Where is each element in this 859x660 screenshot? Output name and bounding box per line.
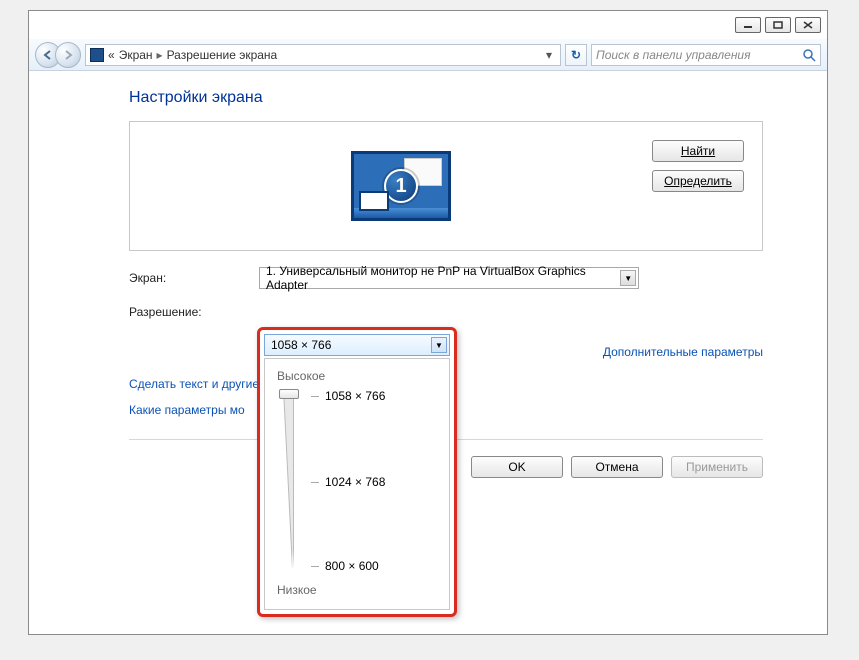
resolution-tick-labels: 1058 × 766 1024 × 768 800 × 600	[311, 389, 437, 579]
resolution-slider-panel: Высокое 1058 × 766 1024 × 768 800 × 600 …	[264, 358, 450, 610]
nav-buttons	[35, 42, 81, 68]
search-box[interactable]: Поиск в панели управления	[591, 44, 821, 66]
search-icon	[802, 48, 816, 62]
display-value: 1. Универсальный монитор не PnP на Virtu…	[266, 264, 620, 292]
back-icon	[42, 49, 54, 61]
close-icon	[803, 21, 813, 29]
resolution-option-2[interactable]: 800 × 600	[311, 559, 379, 573]
chevron-down-icon: ▼	[620, 270, 636, 286]
refresh-icon: ↻	[571, 48, 581, 62]
resolution-popup: 1058 × 766 ▼ Высокое 1058 × 766 1024 × 7…	[257, 327, 457, 617]
resolution-value: 1058 × 766	[271, 338, 331, 352]
resolution-slider-track[interactable]	[277, 389, 301, 569]
toolbar: « Экран ▸ Разрешение экрана ▾ ↻ Поиск в …	[29, 39, 827, 71]
window: « Экран ▸ Разрешение экрана ▾ ↻ Поиск в …	[28, 10, 828, 635]
find-button[interactable]: Найти	[652, 140, 744, 162]
resolution-option-0[interactable]: 1058 × 766	[311, 389, 385, 403]
close-button[interactable]	[795, 17, 821, 33]
breadcrumb-prefix: «	[108, 48, 115, 62]
control-panel-icon	[90, 48, 104, 62]
cancel-button[interactable]: Отмена	[571, 456, 663, 478]
address-bar[interactable]: « Экран ▸ Разрешение экрана ▾	[85, 44, 561, 66]
refresh-button[interactable]: ↻	[565, 44, 587, 66]
apply-button: Применить	[671, 456, 763, 478]
search-placeholder: Поиск в панели управления	[596, 48, 802, 62]
breadcrumb-separator: ▸	[157, 48, 163, 62]
monitor-preview[interactable]: 1	[351, 151, 461, 221]
page-title: Настройки экрана	[129, 89, 763, 107]
resolution-low-label: Низкое	[277, 583, 437, 597]
chevron-down-icon: ▼	[431, 337, 447, 353]
advanced-settings-link[interactable]: Дополнительные параметры	[603, 345, 763, 359]
resolution-slider-area: 1058 × 766 1024 × 768 800 × 600	[277, 389, 437, 579]
maximize-icon	[773, 21, 783, 29]
resolution-label: Разрешение:	[129, 305, 259, 319]
display-combo[interactable]: 1. Универсальный монитор не PnP на Virtu…	[259, 267, 639, 289]
monitor-preview-box: 1 Найти Определить	[129, 121, 763, 251]
resolution-row: Разрешение:	[129, 305, 763, 319]
content-area: Настройки экрана 1 Найти Определить Экра…	[29, 71, 827, 634]
display-row: Экран: 1. Универсальный монитор не PnP н…	[129, 267, 763, 289]
resolution-slider-thumb[interactable]	[279, 389, 299, 399]
titlebar-controls	[735, 17, 821, 33]
resolution-high-label: Высокое	[277, 369, 437, 383]
breadcrumb-page[interactable]: Разрешение экрана	[167, 48, 278, 62]
forward-button[interactable]	[55, 42, 81, 68]
maximize-button[interactable]	[765, 17, 791, 33]
monitor-secondary-icon	[359, 191, 389, 211]
resolution-combo[interactable]: 1058 × 766 ▼	[264, 334, 450, 356]
minimize-icon	[743, 21, 753, 29]
address-dropdown[interactable]: ▾	[542, 48, 556, 62]
resolution-option-1[interactable]: 1024 × 768	[311, 475, 385, 489]
ok-button[interactable]: OK	[471, 456, 563, 478]
slider-track-shape	[284, 389, 293, 569]
minimize-button[interactable]	[735, 17, 761, 33]
detect-button[interactable]: Определить	[652, 170, 744, 192]
breadcrumb-root[interactable]: Экран	[119, 48, 153, 62]
monitor-number-badge: 1	[384, 169, 418, 203]
forward-icon	[62, 49, 74, 61]
display-label: Экран:	[129, 271, 259, 285]
monitor-buttons: Найти Определить	[652, 140, 744, 192]
